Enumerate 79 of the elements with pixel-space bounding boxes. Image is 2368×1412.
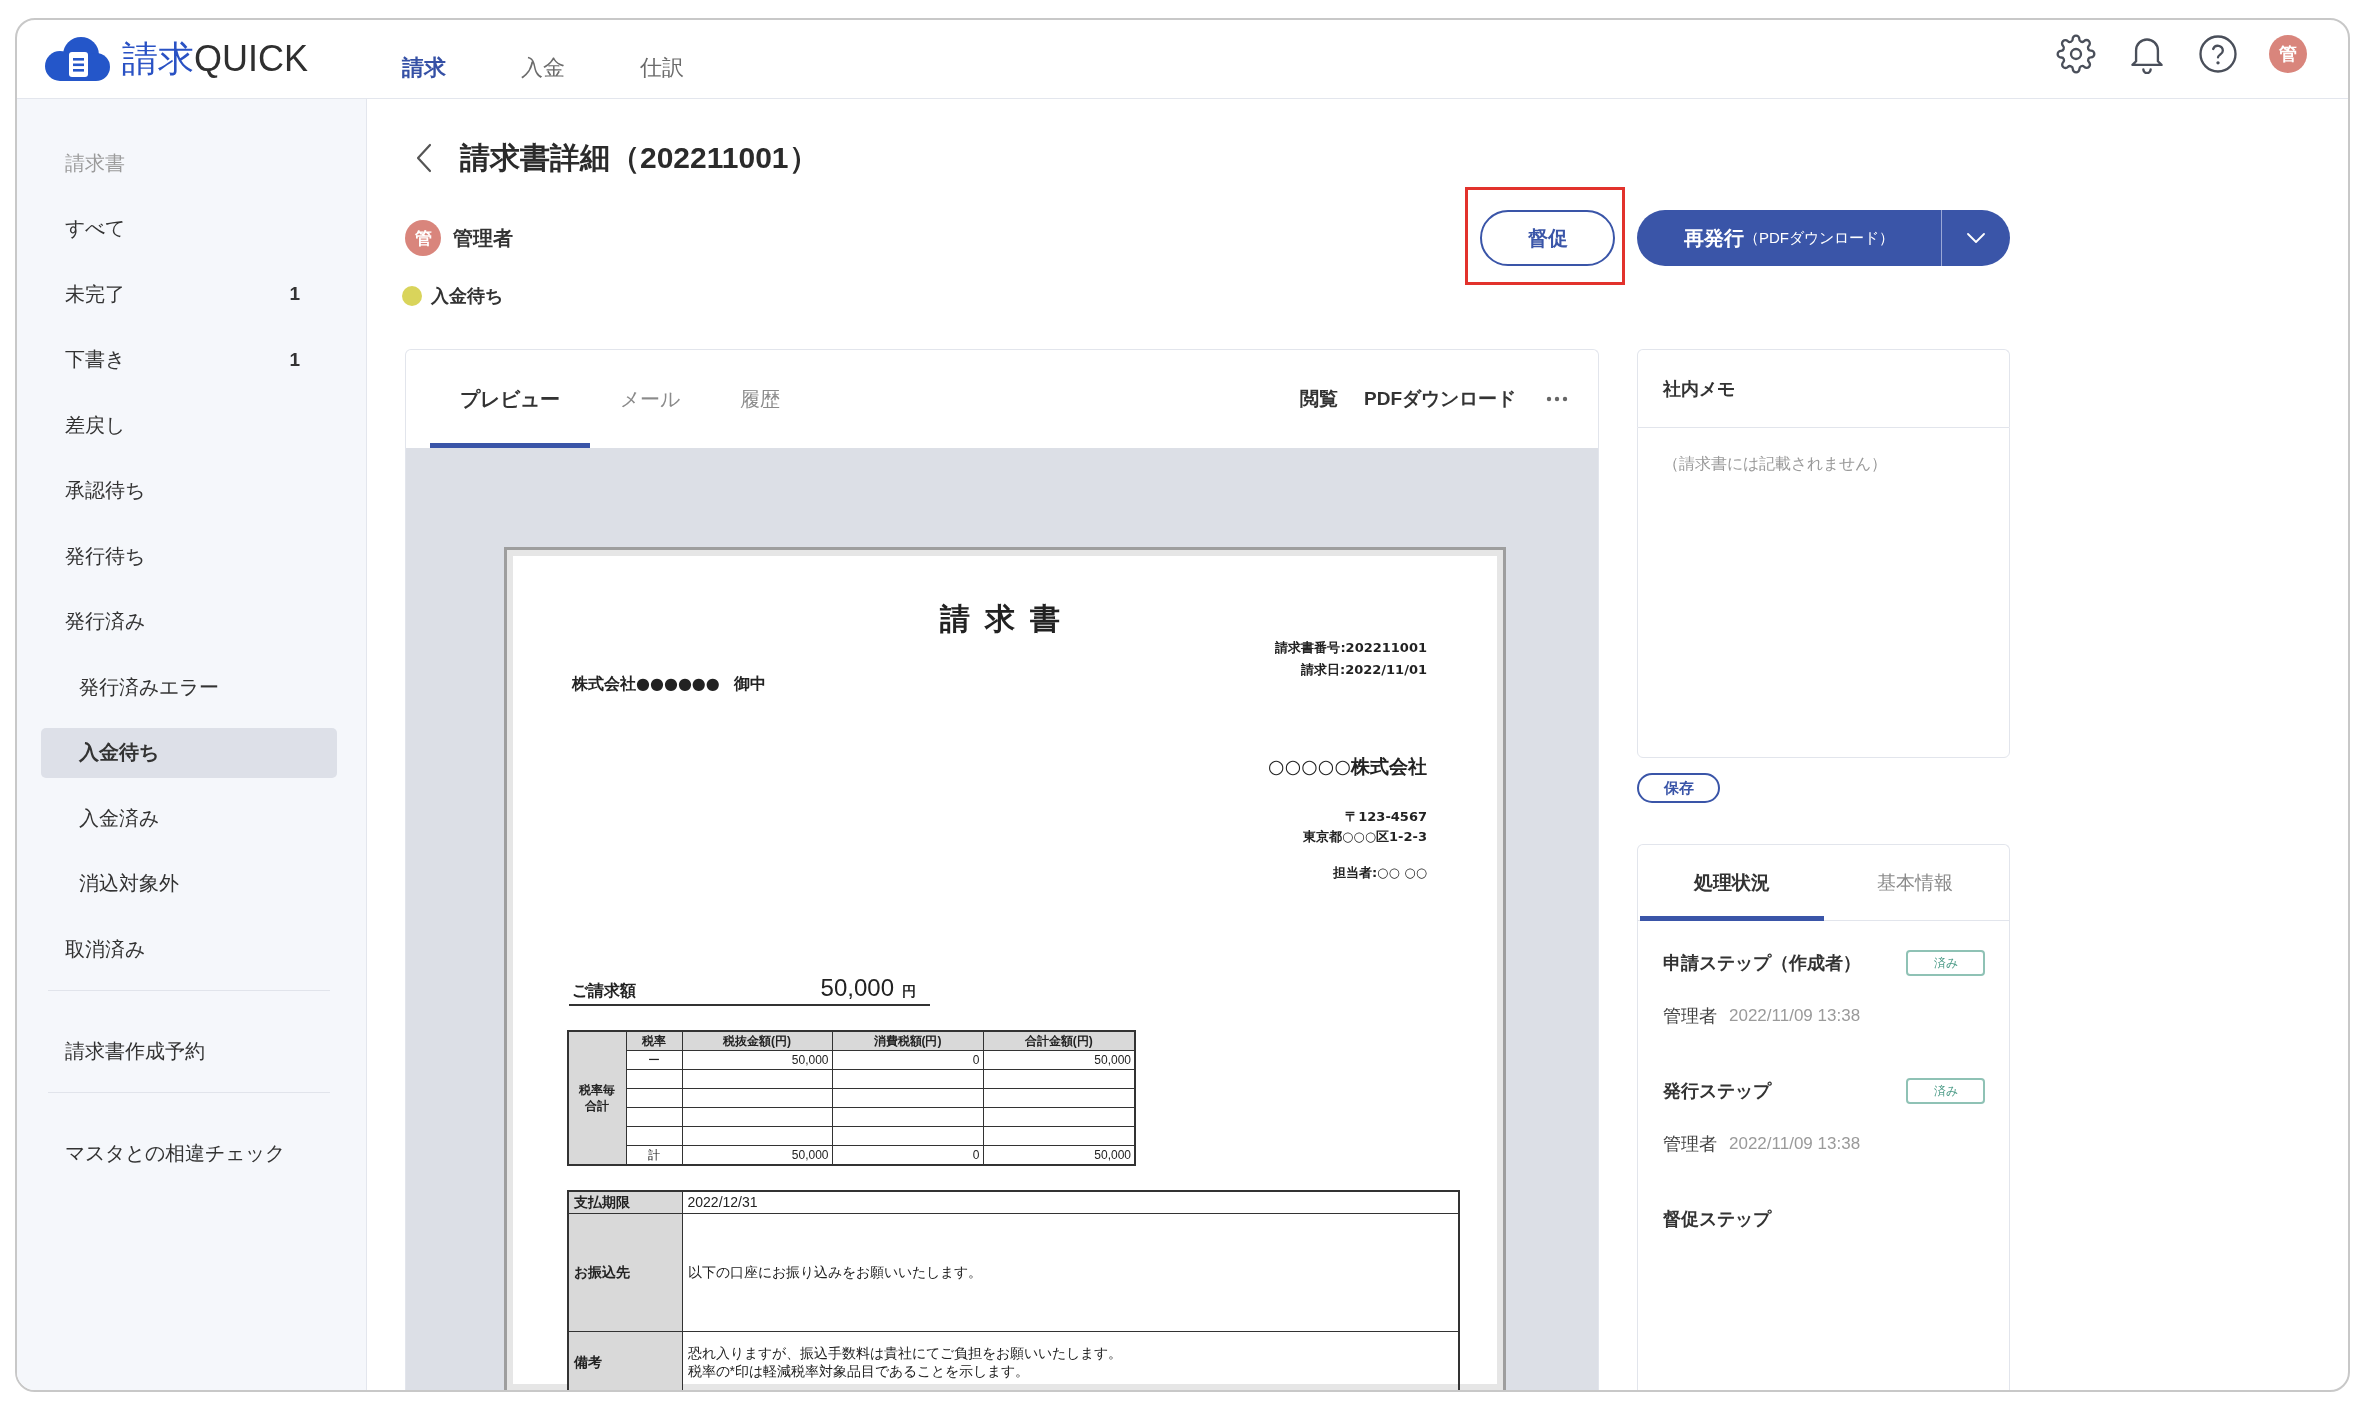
table-cell-text: 2022/12/31 [687, 1193, 758, 1212]
document-title: 請求書 [938, 601, 1075, 636]
owner-avatar: 管 [405, 220, 441, 256]
memo-header: 社内メモ [1637, 349, 2010, 427]
step-time: 2022/11/09 13:38 [1729, 1134, 1861, 1154]
sidebar-item[interactable]: 消込対象外 [41, 858, 337, 909]
invoice-date: 請求日:2022/11/01 [1300, 661, 1427, 679]
sidebar-heading: 請求書 [64, 151, 126, 176]
sidebar-item[interactable]: 取消済み [41, 924, 337, 974]
table-header-cell: 合計金額(円) [983, 1031, 1135, 1051]
sidebar-item[interactable]: 下書き 1 [41, 334, 337, 385]
table-row-header: お振込先 [568, 1213, 682, 1331]
table-cell-text: 税率の*印は軽減税率対象品目であることを示します。 [687, 1361, 1029, 1380]
issuer-address: 東京都○○○区1-2-3 [1303, 828, 1427, 846]
sidebar-item[interactable]: 発行済みエラー [41, 662, 337, 712]
table-cell-text: 以下の口座にお振り込みをお願いいたします。 [687, 1263, 982, 1281]
save-button[interactable]: 保存 [1637, 773, 1720, 803]
table-header-cell: 税抜金額(円) [682, 1031, 832, 1051]
honorific-text: 御中 [733, 673, 766, 695]
sidebar-item[interactable]: 発行待ち [41, 531, 337, 581]
nav-tab[interactable]: 仕訳 [640, 53, 684, 83]
more-icon[interactable] [1546, 396, 1568, 402]
amount-label: ご請求額 [572, 980, 636, 1002]
remind-button[interactable]: 督促 [1480, 210, 1615, 266]
table-cell-text: 恐れ入りますが、振込手数料は貴社にてご負担をお願いいたします。 [687, 1343, 1122, 1362]
item-count: 1 [289, 283, 300, 305]
invoice-number: 請求書番号:202211001 [1275, 639, 1427, 657]
table-header-cell: 消費税額(円) [832, 1031, 983, 1051]
contact-person: 担当者:○○ ○○ [1332, 864, 1427, 882]
step-status: 済み [1906, 1078, 1985, 1104]
step-title: 督促ステップ [1663, 1208, 1771, 1231]
sidebar-item[interactable]: 入金済み [41, 793, 337, 843]
sidebar-item[interactable]: 入金待ち [41, 727, 337, 778]
table-header-cell: 税率 [626, 1031, 682, 1051]
sidebar-item[interactable]: 承認待ち [41, 465, 337, 516]
cloud-logo-icon [45, 37, 110, 81]
dropdown-button[interactable] [1941, 210, 2010, 266]
recipient-name: 株式会社●●●●●● [572, 673, 720, 695]
step-time: 2022/11/09 13:38 [1729, 1006, 1861, 1026]
sidebar-item[interactable]: 発行済み [41, 596, 337, 647]
caret-icon [1967, 233, 1985, 243]
sidebar-item[interactable]: 未完了 1 [41, 269, 337, 319]
currency-unit: 円 [902, 982, 916, 1001]
help-icon[interactable] [2198, 34, 2238, 74]
step-user: 管理者 [1663, 1133, 1717, 1156]
preview-tab[interactable]: 履歴 [710, 350, 810, 448]
toolbar-link[interactable]: 閲覧 [1300, 386, 1338, 412]
app-logo-text: 請求QUICK [122, 37, 308, 81]
table-cell: 0 [832, 1050, 983, 1070]
page-title: 請求書詳細（202211001） [460, 140, 819, 176]
table-row-header: 支払期限 [568, 1191, 682, 1213]
status-label: 入金待ち [431, 285, 503, 308]
step-status: 済み [1906, 950, 1985, 976]
memo-field[interactable]: （請求書には記載されません） [1637, 427, 2010, 758]
issuer-name: ○○○○○株式会社 [1268, 754, 1427, 779]
reissue-button[interactable]: 再発行（PDFダウンロード） [1637, 210, 1941, 266]
sidebar-item[interactable]: マスタとの相違チェック [41, 1128, 337, 1178]
status-tab[interactable]: 基本情報 [1823, 845, 2007, 921]
table-cell: ー [626, 1050, 682, 1070]
table-row-header: 備考 [568, 1331, 682, 1390]
amount-value: 50,000 [820, 974, 894, 1002]
toolbar-link[interactable]: PDFダウンロード [1364, 386, 1516, 412]
nav-tab[interactable]: 請求 [402, 53, 446, 83]
back-icon[interactable] [415, 143, 433, 173]
sidebar-item[interactable]: すべて [41, 203, 337, 254]
step-title: 発行ステップ [1663, 1080, 1771, 1103]
settings-icon[interactable] [2056, 34, 2096, 74]
table-cell: 50,000 [682, 1050, 832, 1070]
step-user: 管理者 [1663, 1005, 1717, 1028]
nav-tab[interactable]: 入金 [521, 53, 565, 83]
owner-name: 管理者 [453, 225, 513, 251]
item-count: 1 [289, 348, 300, 371]
sidebar-item[interactable]: 差戻し [41, 400, 337, 450]
sidebar-item[interactable]: 請求書作成予約 [41, 1026, 337, 1076]
status-dot-icon [402, 286, 422, 306]
postal-code: 〒123-4567 [1345, 808, 1427, 826]
step-title: 申請ステップ（作成者） [1663, 952, 1861, 975]
status-tab[interactable]: 処理状況 [1640, 845, 1824, 921]
table-row-header: 税率毎合計 [568, 1031, 626, 1165]
